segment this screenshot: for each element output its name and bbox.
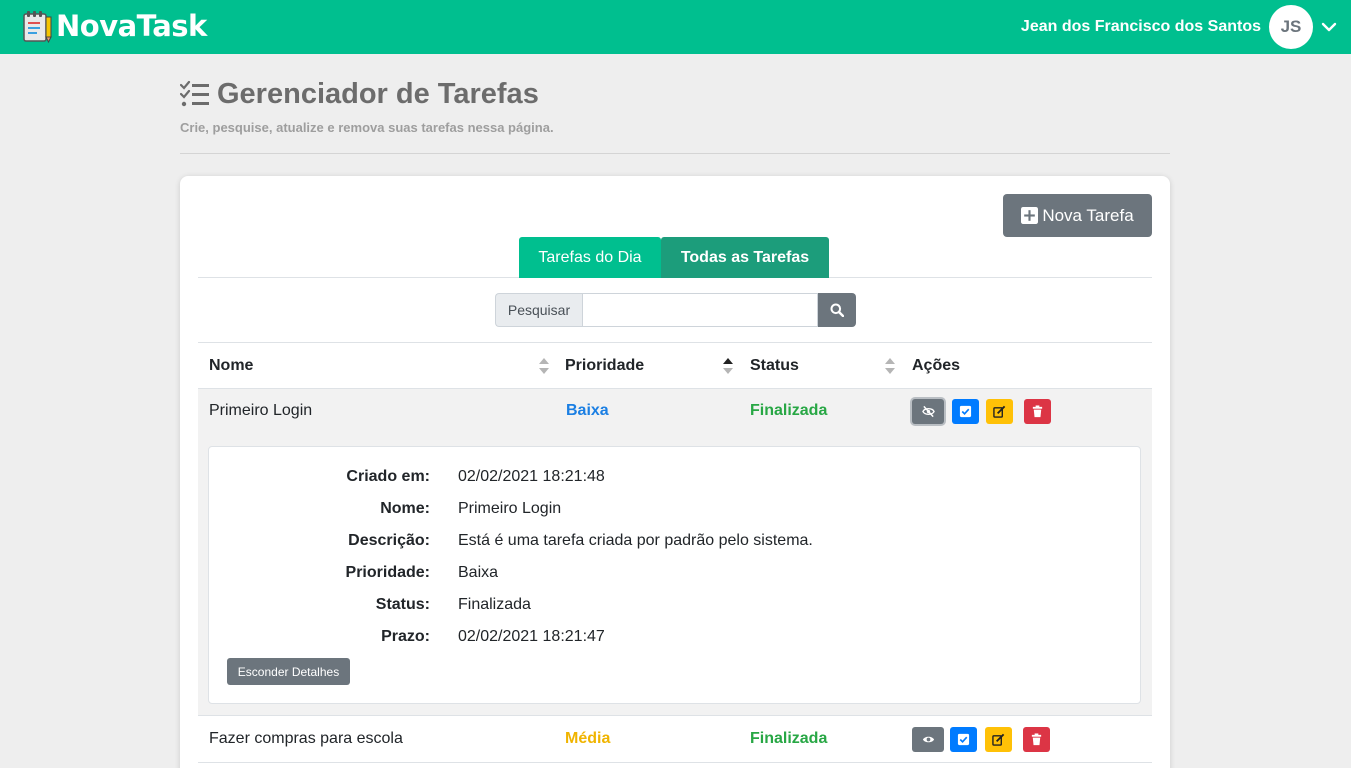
page-subtitle: Crie, pesquise, atualize e remova suas t… bbox=[180, 120, 554, 135]
edit-icon bbox=[992, 733, 1005, 746]
new-task-label: Nova Tarefa bbox=[1042, 205, 1134, 225]
detail-value-description: Está é uma tarefa criada por padrão pelo… bbox=[458, 532, 813, 549]
hide-details-button[interactable] bbox=[912, 399, 944, 424]
task-status: Finalizada bbox=[750, 730, 828, 747]
sort-asc-icon[interactable] bbox=[723, 357, 733, 375]
detail-label-created: Criado em: bbox=[346, 468, 430, 485]
detail-label-priority: Prioridade: bbox=[345, 564, 430, 581]
detail-label-name: Nome: bbox=[380, 500, 430, 517]
user-name: Jean dos Francisco dos Santos bbox=[1020, 18, 1261, 35]
edit-button[interactable] bbox=[986, 399, 1013, 424]
eye-icon bbox=[922, 736, 934, 743]
detail-value-name: Primeiro Login bbox=[458, 500, 562, 517]
eye-slash-icon bbox=[921, 405, 935, 418]
task-priority: Média bbox=[565, 730, 611, 747]
header-nome[interactable]: Nome bbox=[209, 343, 253, 388]
sort-icon[interactable] bbox=[885, 357, 895, 375]
tab-todas-as-tarefas[interactable]: Todas as Tarefas bbox=[661, 237, 829, 278]
task-details: Criado em: 02/02/2021 18:21:48 Nome: Pri… bbox=[208, 446, 1141, 704]
complete-button[interactable] bbox=[952, 399, 979, 424]
table-row: Fazer compras para escola Média Finaliza… bbox=[198, 715, 1152, 763]
detail-label-description: Descrição: bbox=[348, 532, 430, 549]
notepad-icon bbox=[23, 11, 52, 43]
task-priority: Baixa bbox=[566, 402, 609, 419]
user-menu[interactable]: Jean dos Francisco dos Santos JS bbox=[1021, 5, 1337, 49]
check-square-icon bbox=[957, 733, 970, 746]
search-input[interactable] bbox=[582, 293, 818, 327]
trash-icon bbox=[1032, 405, 1043, 418]
detail-value-status: Finalizada bbox=[458, 596, 531, 613]
delete-button[interactable] bbox=[1023, 727, 1050, 752]
sort-icon[interactable] bbox=[539, 357, 549, 375]
tasks-list-icon bbox=[180, 80, 209, 107]
table-row: Primeiro Login Baixa Finalizada Criado e… bbox=[198, 389, 1152, 715]
divider bbox=[180, 153, 1170, 154]
tab-tarefas-do-dia[interactable]: Tarefas do Dia bbox=[519, 237, 661, 278]
header-status[interactable]: Status bbox=[750, 343, 799, 388]
detail-label-status: Status: bbox=[375, 596, 430, 613]
delete-button[interactable] bbox=[1024, 399, 1051, 424]
table-header: Nome Prioridade Status Ações bbox=[198, 342, 1152, 389]
chevron-down-icon[interactable] bbox=[1321, 19, 1337, 35]
search-group: Pesquisar bbox=[495, 293, 856, 327]
task-status: Finalizada bbox=[750, 402, 828, 419]
tasks-card: Nova Tarefa Tarefas do Dia Todas as Tare… bbox=[180, 176, 1170, 768]
header-prioridade[interactable]: Prioridade bbox=[565, 343, 644, 388]
navbar: NovaTask Jean dos Francisco dos Santos J… bbox=[0, 0, 1351, 54]
hide-details-text-button[interactable]: Esconder Detalhes bbox=[227, 658, 350, 685]
detail-value-deadline: 02/02/2021 18:21:47 bbox=[458, 628, 605, 645]
task-name: Primeiro Login bbox=[209, 402, 313, 419]
check-square-icon bbox=[959, 405, 972, 418]
plus-square-icon bbox=[1021, 207, 1039, 224]
new-task-button[interactable]: Nova Tarefa bbox=[1003, 194, 1152, 237]
search-icon bbox=[830, 303, 844, 317]
view-details-button[interactable] bbox=[912, 727, 944, 752]
detail-value-created: 02/02/2021 18:21:48 bbox=[458, 468, 605, 485]
detail-label-deadline: Prazo: bbox=[381, 628, 430, 645]
brand[interactable]: NovaTask bbox=[20, 6, 207, 46]
avatar[interactable]: JS bbox=[1269, 5, 1313, 49]
search-label: Pesquisar bbox=[495, 293, 582, 327]
header-acoes: Ações bbox=[912, 356, 961, 374]
task-name: Fazer compras para escola bbox=[209, 730, 403, 747]
search-button[interactable] bbox=[818, 293, 856, 327]
edit-button[interactable] bbox=[985, 727, 1012, 752]
page-title: Gerenciador de Tarefas bbox=[217, 77, 539, 110]
page-header: Gerenciador de Tarefas Crie, pesquise, a… bbox=[180, 74, 1170, 135]
complete-button[interactable] bbox=[950, 727, 977, 752]
brand-name: NovaTask bbox=[56, 9, 207, 43]
tabs: Tarefas do Dia Todas as Tarefas bbox=[198, 237, 1152, 278]
edit-icon bbox=[993, 405, 1006, 418]
detail-value-priority: Baixa bbox=[458, 564, 499, 581]
trash-icon bbox=[1031, 733, 1042, 746]
